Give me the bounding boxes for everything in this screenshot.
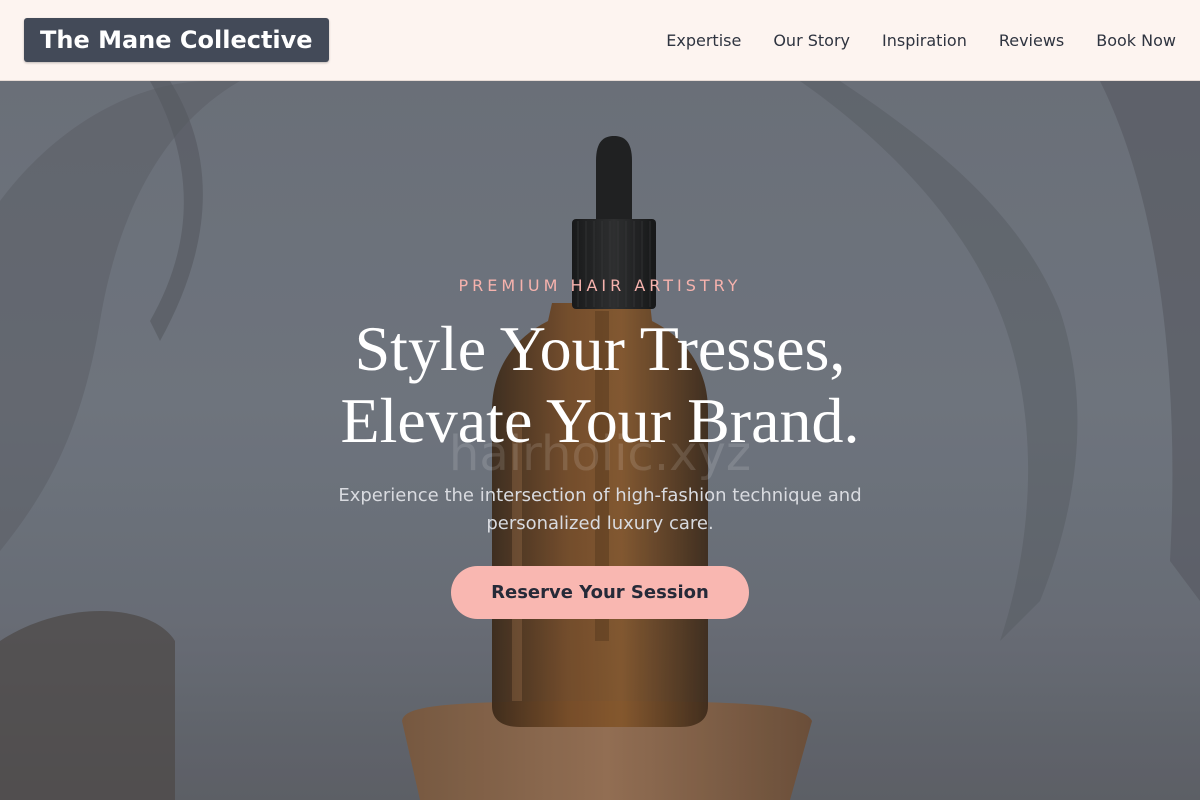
nav-link-book-now[interactable]: Book Now (1096, 31, 1176, 50)
nav-link-reviews[interactable]: Reviews (999, 31, 1064, 50)
nav-link-expertise[interactable]: Expertise (666, 31, 741, 50)
nav-link-inspiration[interactable]: Inspiration (882, 31, 967, 50)
watermark-text: hairholic.xyz (448, 426, 752, 482)
hero-section: PREMIUM HAIR ARTISTRY Style Your Tresses… (0, 81, 1200, 800)
hero-eyebrow: PREMIUM HAIR ARTISTRY (458, 276, 742, 295)
hero-content: PREMIUM HAIR ARTISTRY Style Your Tresses… (0, 81, 1200, 800)
hero-headline-line1: Style Your Tresses, (354, 313, 846, 384)
nav-link-our-story[interactable]: Our Story (773, 31, 850, 50)
hero-subtext: Experience the intersection of high-fash… (338, 485, 862, 534)
reserve-session-button[interactable]: Reserve Your Session (451, 566, 749, 619)
site-logo[interactable]: The Mane Collective (24, 18, 329, 62)
main-nav: Expertise Our Story Inspiration Reviews … (666, 31, 1176, 50)
site-header: The Mane Collective Expertise Our Story … (0, 0, 1200, 81)
